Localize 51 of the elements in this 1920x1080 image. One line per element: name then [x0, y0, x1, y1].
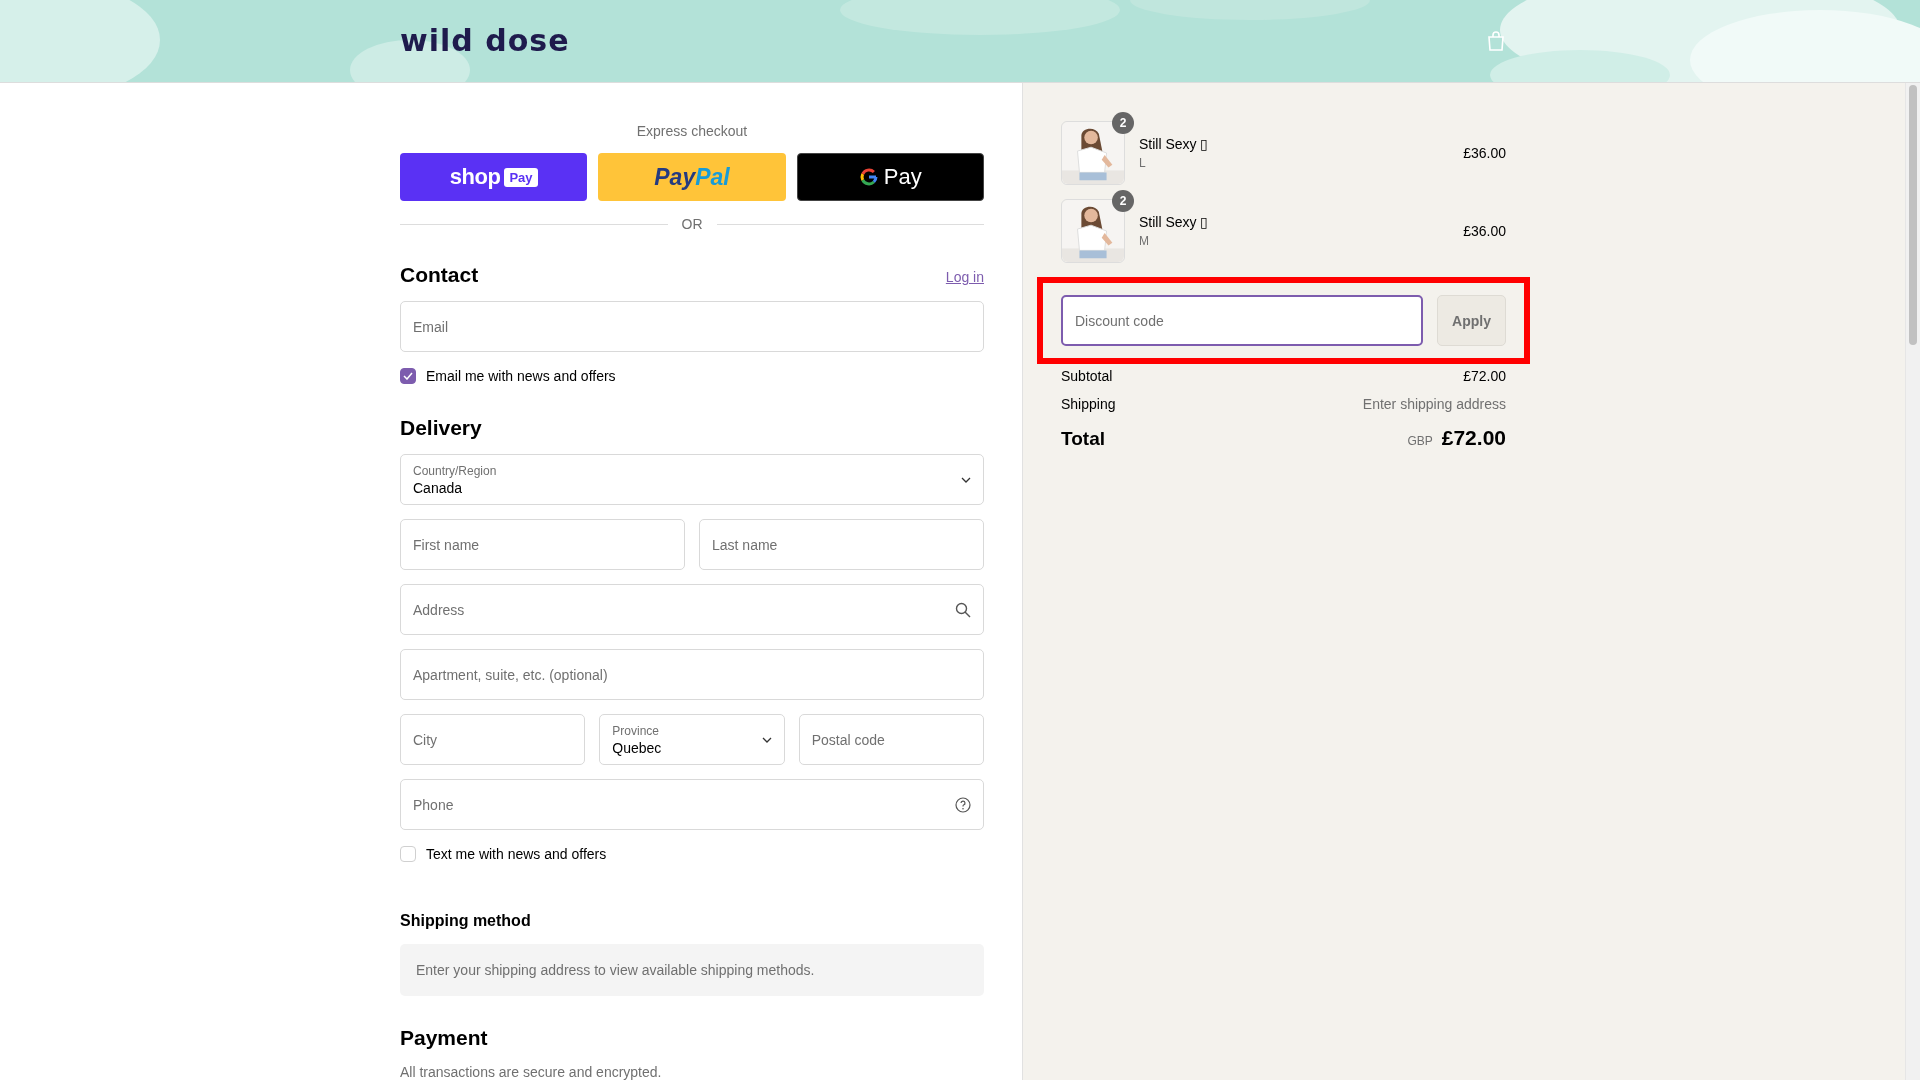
- login-link[interactable]: Log in: [945, 269, 984, 285]
- apply-button[interactable]: Apply: [1437, 295, 1506, 346]
- section-heading: Contact: [400, 263, 479, 287]
- input-field[interactable]: Postal code: [798, 714, 984, 765]
- search-icon: [955, 601, 971, 618]
- section-heading: Shipping method: [400, 912, 532, 930]
- input-field[interactable]: Address: [400, 584, 984, 635]
- product-title: Still Sexy ▯: [1139, 136, 1210, 152]
- google-g-icon: [858, 167, 879, 187]
- chevron-down-icon: [761, 736, 772, 743]
- logo[interactable]: wild dose: [400, 24, 570, 58]
- chevron-down-icon: [961, 476, 971, 483]
- input-field[interactable]: City: [400, 714, 586, 765]
- divider-label: OR: [681, 216, 703, 232]
- section-heading: Delivery: [400, 416, 483, 440]
- checkmark-icon: [403, 372, 413, 380]
- product-variant: M: [1139, 234, 1150, 248]
- input-field[interactable]: First name: [400, 519, 685, 570]
- shopping-bag-icon[interactable]: [1487, 31, 1505, 51]
- select-field[interactable]: Province Quebec: [599, 714, 785, 765]
- paypal-button[interactable]: PayPal: [598, 153, 786, 201]
- section-heading: Payment: [400, 1026, 489, 1050]
- discount-code-field[interactable]: Discount code: [1061, 295, 1423, 346]
- quantity-badge: 2: [1112, 112, 1134, 134]
- shipping-notice: Enter your shipping address to view available shipping methods.: [400, 944, 984, 996]
- payment-note: All transactions are secure and encrypted.: [400, 1064, 663, 1080]
- scrollbar[interactable]: [1905, 83, 1920, 1080]
- select-field[interactable]: Country/Region Canada: [400, 454, 984, 505]
- currency-code: GBP: [1407, 434, 1433, 448]
- product-title: Still Sexy ▯: [1139, 214, 1210, 230]
- quantity-badge: 2: [1112, 190, 1134, 212]
- product-variant: L: [1139, 156, 1147, 170]
- checkbox-label: Email me with news and offers: [426, 368, 616, 384]
- shop-pay-button[interactable]: shop Pay: [400, 153, 588, 201]
- help-icon[interactable]: [955, 796, 971, 813]
- checkbox-label: Text me with news and offers: [426, 846, 607, 862]
- summary-label: Subtotal: [1061, 368, 1113, 384]
- section-title: Express checkout: [635, 123, 749, 139]
- summary-value: £72.00: [1463, 368, 1506, 384]
- total-label: Total: [1061, 428, 1105, 450]
- summary-value: Enter shipping address: [1362, 396, 1506, 412]
- product-price: £36.00: [1463, 223, 1506, 239]
- google-pay-button[interactable]: Pay: [796, 153, 984, 201]
- total-amount: £72.00: [1441, 426, 1506, 449]
- input-field[interactable]: Last name: [699, 519, 984, 570]
- email-field[interactable]: Email: [400, 301, 984, 352]
- input-field[interactable]: Apartment, suite, etc. (optional): [400, 649, 984, 700]
- summary-label: Shipping: [1061, 396, 1116, 412]
- input-field[interactable]: Phone: [400, 779, 984, 830]
- product-price: £36.00: [1463, 145, 1506, 161]
- checkbox[interactable]: [400, 368, 416, 384]
